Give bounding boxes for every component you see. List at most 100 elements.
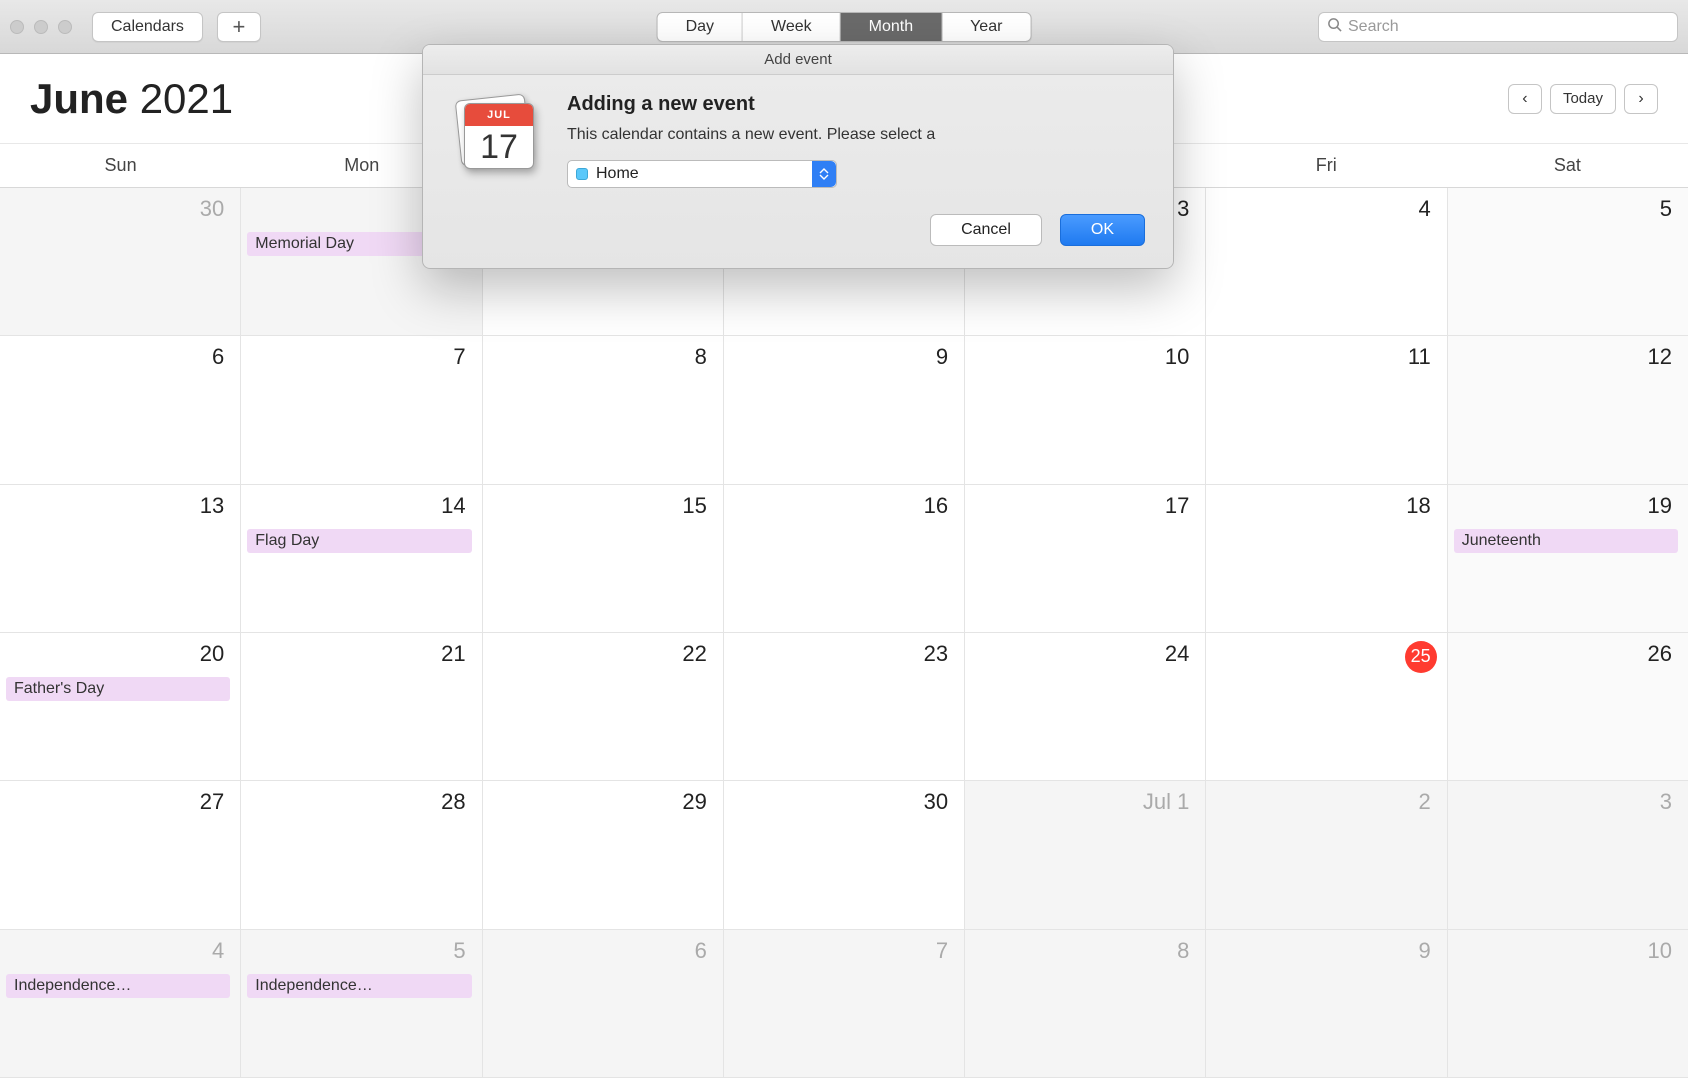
calendar-day-cell[interactable]: 7 bbox=[724, 930, 965, 1077]
calendar-day-cell[interactable]: 30 bbox=[724, 781, 965, 928]
calendar-day-cell[interactable]: 4 bbox=[1206, 188, 1447, 335]
search-input[interactable] bbox=[1348, 18, 1669, 36]
calendar-day-cell[interactable]: 17 bbox=[965, 485, 1206, 632]
today-button[interactable]: Today bbox=[1550, 84, 1616, 114]
day-number: 9 bbox=[1418, 938, 1436, 964]
day-number: Jul 1 bbox=[1143, 789, 1195, 815]
calendar-day-cell[interactable]: 25 bbox=[1206, 633, 1447, 780]
day-number: 18 bbox=[1406, 493, 1436, 519]
day-number: 9 bbox=[936, 344, 954, 370]
calendar-day-cell[interactable]: 27 bbox=[0, 781, 241, 928]
calendar-day-cell[interactable]: 21 bbox=[241, 633, 482, 780]
calendar-icon-day: 17 bbox=[465, 126, 533, 168]
calendar-day-cell[interactable]: 26 bbox=[1448, 633, 1688, 780]
calendar-day-cell[interactable]: 28 bbox=[241, 781, 482, 928]
view-segmented-control: DayWeekMonthYear bbox=[657, 12, 1032, 42]
ok-button-label: OK bbox=[1091, 221, 1114, 239]
calendar-icon-month: JUL bbox=[465, 104, 533, 126]
calendar-day-cell[interactable]: 19Juneteenth bbox=[1448, 485, 1688, 632]
dropdown-arrows-icon bbox=[812, 161, 836, 187]
calendar-day-cell[interactable]: 9 bbox=[724, 336, 965, 483]
dialog-titlebar: Add event bbox=[423, 45, 1173, 75]
event-pill[interactable]: Flag Day bbox=[247, 529, 471, 553]
day-number: 24 bbox=[1165, 641, 1195, 667]
view-tab-day[interactable]: Day bbox=[658, 13, 743, 41]
calendar-day-cell[interactable]: 20 Father's Day bbox=[0, 633, 241, 780]
day-number: 15 bbox=[682, 493, 712, 519]
day-number: 20 bbox=[200, 641, 230, 667]
day-number: 4 bbox=[212, 938, 230, 964]
calendar-week-row: 4 Independence… 5 Independence… 6 78 9 10 bbox=[0, 930, 1688, 1078]
calendar-day-cell[interactable]: 5 Independence… bbox=[241, 930, 482, 1077]
calendars-button[interactable]: Calendars bbox=[92, 12, 203, 42]
calendar-day-cell[interactable]: 16 bbox=[724, 485, 965, 632]
month-title: June 2021 bbox=[30, 75, 233, 123]
month-name: June bbox=[30, 75, 128, 122]
search-field[interactable] bbox=[1318, 12, 1678, 42]
add-event-button[interactable]: + bbox=[217, 12, 261, 42]
day-number: 2 bbox=[1418, 789, 1436, 815]
minimize-window-button[interactable] bbox=[34, 20, 48, 34]
cancel-button[interactable]: Cancel bbox=[930, 214, 1042, 246]
prev-month-button[interactable]: ‹ bbox=[1508, 84, 1542, 114]
calendar-day-cell[interactable]: 8 bbox=[965, 930, 1206, 1077]
calendar-day-cell[interactable]: 6 bbox=[483, 930, 724, 1077]
view-tab-month[interactable]: Month bbox=[841, 13, 942, 41]
calendar-day-cell[interactable]: 13 bbox=[0, 485, 241, 632]
calendar-day-cell[interactable]: 7 bbox=[241, 336, 482, 483]
day-number: 11 bbox=[1408, 344, 1437, 370]
close-window-button[interactable] bbox=[10, 20, 24, 34]
calendar-day-cell[interactable]: 2 bbox=[1206, 781, 1447, 928]
calendar-day-cell[interactable]: 10 bbox=[1448, 930, 1688, 1077]
cancel-button-label: Cancel bbox=[961, 221, 1011, 239]
day-number: 5 bbox=[453, 938, 471, 964]
today-button-label: Today bbox=[1563, 90, 1603, 107]
event-pill[interactable]: Independence… bbox=[6, 974, 230, 998]
event-pill[interactable]: Independence… bbox=[247, 974, 471, 998]
view-tab-year[interactable]: Year bbox=[942, 13, 1030, 41]
day-number: 21 bbox=[441, 641, 471, 667]
ok-button[interactable]: OK bbox=[1060, 214, 1145, 246]
calendar-day-cell[interactable]: 24 bbox=[965, 633, 1206, 780]
calendar-day-cell[interactable]: 6 bbox=[0, 336, 241, 483]
day-number: 10 bbox=[1165, 344, 1195, 370]
calendar-day-cell[interactable]: 18 bbox=[1206, 485, 1447, 632]
day-number: 26 bbox=[1647, 641, 1677, 667]
calendar-day-cell[interactable]: 10 bbox=[965, 336, 1206, 483]
day-number: 30 bbox=[200, 196, 230, 222]
event-pill[interactable]: Juneteenth bbox=[1454, 529, 1678, 553]
calendar-day-cell[interactable]: 12 bbox=[1448, 336, 1688, 483]
calendar-color-swatch bbox=[576, 168, 588, 180]
day-number: 17 bbox=[1165, 493, 1195, 519]
event-pill[interactable]: Father's Day bbox=[6, 677, 230, 701]
day-number: 12 bbox=[1647, 344, 1677, 370]
calendar-day-cell[interactable]: 5 bbox=[1448, 188, 1688, 335]
calendar-day-cell[interactable]: 3 bbox=[1448, 781, 1688, 928]
month-nav: ‹ Today › bbox=[1508, 84, 1658, 114]
calendar-week-row: 20 Father's Day 21 22 23 24 25 26 bbox=[0, 633, 1688, 781]
calendar-day-cell[interactable]: 8 bbox=[483, 336, 724, 483]
calendar-day-cell[interactable]: 11 bbox=[1206, 336, 1447, 483]
calendar-day-cell[interactable]: Jul 1 bbox=[965, 781, 1206, 928]
day-number: 22 bbox=[682, 641, 712, 667]
view-tab-week[interactable]: Week bbox=[743, 13, 841, 41]
calendar-day-cell[interactable]: 4 Independence… bbox=[0, 930, 241, 1077]
dialog-title: Add event bbox=[764, 51, 832, 68]
calendar-day-cell[interactable]: 9 bbox=[1206, 930, 1447, 1077]
day-number: 13 bbox=[200, 493, 230, 519]
calendar-grid: 3031Memorial Day1234567891011121314Flag … bbox=[0, 188, 1688, 1078]
calendar-day-cell[interactable]: 14Flag Day bbox=[241, 485, 482, 632]
day-number: 7 bbox=[936, 938, 954, 964]
chevron-left-icon: ‹ bbox=[1522, 90, 1527, 108]
calendar-select-dropdown[interactable]: Home bbox=[567, 160, 837, 188]
dialog-body-text: This calendar contains a new event. Plea… bbox=[567, 126, 1145, 144]
calendar-day-cell[interactable]: 15 bbox=[483, 485, 724, 632]
zoom-window-button[interactable] bbox=[58, 20, 72, 34]
calendar-day-cell[interactable]: 29 bbox=[483, 781, 724, 928]
calendar-day-cell[interactable]: 23 bbox=[724, 633, 965, 780]
dialog-icon: JUL 17 bbox=[445, 93, 545, 246]
next-month-button[interactable]: › bbox=[1624, 84, 1658, 114]
calendar-day-cell[interactable]: 22 bbox=[483, 633, 724, 780]
calendar-day-cell[interactable]: 30 bbox=[0, 188, 241, 335]
calendar-week-row: 678 9 10 11 12 bbox=[0, 336, 1688, 484]
